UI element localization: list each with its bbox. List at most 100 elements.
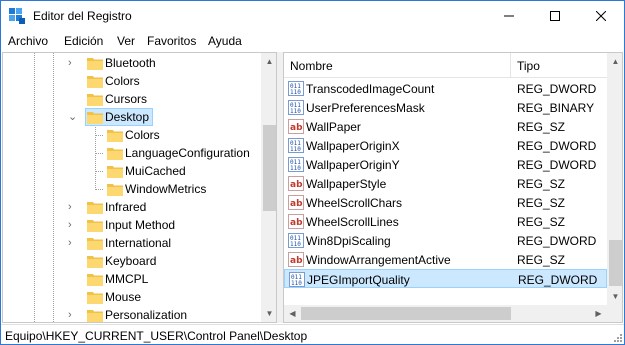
- scroll-down-arrow-icon[interactable]: ▼: [607, 288, 622, 305]
- registry-value-row[interactable]: 011 110 WallpaperOriginY REG_DWORD: [284, 155, 607, 174]
- list-horizontal-scrollbar[interactable]: ◀ ▶: [284, 305, 607, 322]
- value-name: WallpaperOriginX: [306, 139, 400, 153]
- tree-vertical-scrollbar[interactable]: ▲ ▼: [261, 53, 276, 322]
- column-header-name[interactable]: Nombre: [290, 59, 333, 73]
- scroll-right-arrow-icon[interactable]: ▶: [590, 305, 607, 322]
- registry-value-row[interactable]: ab WheelScrollChars REG_SZ: [284, 193, 607, 212]
- tree-item[interactable]: › Personalization: [3, 306, 261, 322]
- tree-item[interactable]: MuiCached: [3, 162, 261, 180]
- binary-value-icon: 011 110: [289, 272, 305, 287]
- folder-icon: [107, 128, 123, 142]
- registry-value-row[interactable]: ab WindowArrangementActive REG_SZ: [284, 250, 607, 269]
- scrollbar-thumb[interactable]: [263, 125, 276, 211]
- chevron-right-icon[interactable]: ›: [68, 57, 78, 69]
- chevron-right-icon[interactable]: ›: [68, 201, 78, 213]
- chevron-down-icon[interactable]: ⌄: [68, 111, 78, 123]
- value-name: WallPaper: [306, 120, 361, 134]
- menu-archivo[interactable]: Archivo: [8, 34, 48, 48]
- tree-item[interactable]: Colors: [3, 72, 261, 90]
- tree-item[interactable]: Cursors: [3, 90, 261, 108]
- tree-item[interactable]: Colors: [3, 126, 261, 144]
- svg-text:ab: ab: [290, 123, 303, 133]
- scrollbar-thumb[interactable]: [609, 240, 622, 286]
- tree-item[interactable]: LanguageConfiguration: [3, 144, 261, 162]
- scroll-left-arrow-icon[interactable]: ◀: [284, 305, 301, 322]
- scroll-up-arrow-icon[interactable]: ▲: [607, 53, 622, 70]
- registry-value-row[interactable]: ab WheelScrollLines REG_SZ: [284, 212, 607, 231]
- tree-item[interactable]: › Infrared: [3, 198, 261, 216]
- tree-item-label: Infrared: [105, 200, 147, 214]
- string-value-icon: ab: [288, 119, 304, 134]
- tree-guide-line: [95, 171, 103, 172]
- value-type: REG_DWORD: [517, 158, 597, 172]
- value-name: Win8DpiScaling: [306, 234, 391, 248]
- minimize-button[interactable]: [486, 1, 532, 31]
- value-name: WheelScrollChars: [306, 196, 403, 210]
- tree-item-label: International: [105, 236, 172, 250]
- list-vertical-scrollbar[interactable]: ▲ ▼: [607, 53, 622, 305]
- svg-text:ab: ab: [290, 180, 303, 190]
- tree-item[interactable]: › Bluetooth: [3, 54, 261, 72]
- close-button[interactable]: [578, 1, 624, 31]
- registry-value-row[interactable]: 011 110 UserPreferencesMask REG_BINARY: [284, 98, 607, 117]
- chevron-right-icon[interactable]: ›: [68, 309, 78, 321]
- folder-icon: [87, 290, 103, 304]
- registry-value-row[interactable]: 011 110 JPEGImportQuality REG_DWORD: [284, 269, 607, 288]
- tree-item[interactable]: ⌄ Desktop: [3, 108, 261, 126]
- tree-item[interactable]: WindowMetrics: [3, 180, 261, 198]
- menu-ver[interactable]: Ver: [117, 34, 135, 48]
- tree-item[interactable]: › Input Method: [3, 216, 261, 234]
- tree-item[interactable]: Keyboard: [3, 252, 261, 270]
- scroll-down-arrow-icon[interactable]: ▼: [261, 305, 276, 322]
- column-header-type[interactable]: Tipo: [517, 59, 540, 73]
- binary-value-icon: 011 110: [288, 100, 304, 115]
- value-name: UserPreferencesMask: [306, 101, 425, 115]
- tree-item[interactable]: Mouse: [3, 288, 261, 306]
- value-type: REG_SZ: [517, 120, 566, 134]
- menu-ayuda[interactable]: Ayuda: [208, 34, 242, 48]
- binary-value-icon: 011 110: [288, 81, 304, 96]
- tree-item-label: Keyboard: [105, 254, 157, 268]
- svg-text:110: 110: [291, 280, 302, 287]
- tree-item[interactable]: › International: [3, 234, 261, 252]
- value-name: WallpaperOriginY: [306, 158, 400, 172]
- values-list-pane[interactable]: Nombre Tipo 011 110 TranscodedImageCount RE…: [283, 52, 623, 323]
- tree-item-label: Cursors: [105, 92, 148, 106]
- resize-grip-icon[interactable]: [612, 332, 622, 342]
- svg-text:110: 110: [290, 89, 301, 96]
- tree-item-label: Mouse: [105, 290, 142, 304]
- value-type: REG_SZ: [517, 253, 566, 267]
- chevron-right-icon[interactable]: ›: [68, 219, 78, 231]
- title-bar[interactable]: Editor del Registro: [1, 1, 624, 31]
- value-type: REG_DWORD: [517, 139, 597, 153]
- binary-value-icon: 011 110: [288, 233, 304, 248]
- value-type: REG_BINARY: [517, 101, 595, 115]
- menu-favoritos[interactable]: Favoritos: [147, 34, 196, 48]
- column-separator[interactable]: [510, 53, 511, 78]
- key-tree-pane[interactable]: › Bluetooth Colors Cursors ⌄ Desktop Colors Lan…: [2, 52, 277, 323]
- folder-icon: [87, 236, 103, 250]
- registry-value-row[interactable]: 011 110 Win8DpiScaling REG_DWORD: [284, 231, 607, 250]
- svg-text:110: 110: [290, 108, 301, 115]
- value-name: WallpaperStyle: [306, 177, 387, 191]
- registry-value-row[interactable]: ab WallpaperStyle REG_SZ: [284, 174, 607, 193]
- tree-item-label: MMCPL: [105, 272, 149, 286]
- value-name: WindowArrangementActive: [306, 253, 451, 267]
- registry-value-row[interactable]: 011 110 TranscodedImageCount REG_DWORD: [284, 79, 607, 98]
- status-bar: Equipo\HKEY_CURRENT_USER\Control Panel\D…: [1, 324, 624, 344]
- tree-item[interactable]: MMCPL: [3, 270, 261, 288]
- scrollbar-thumb[interactable]: [301, 307, 511, 320]
- chevron-right-icon[interactable]: ›: [68, 237, 78, 249]
- registry-value-row[interactable]: ab WallPaper REG_SZ: [284, 117, 607, 136]
- folder-icon: [87, 56, 103, 70]
- registry-value-row[interactable]: 011 110 WallpaperOriginX REG_DWORD: [284, 136, 607, 155]
- folder-icon: [107, 146, 123, 160]
- maximize-button[interactable]: [532, 1, 578, 31]
- tree-item-label: LanguageConfiguration: [125, 146, 250, 160]
- list-header: Nombre Tipo: [284, 53, 607, 78]
- minimize-icon: [504, 15, 514, 17]
- menu-edicion[interactable]: Edición: [64, 34, 103, 48]
- scroll-up-arrow-icon[interactable]: ▲: [261, 53, 276, 70]
- value-type: REG_SZ: [517, 177, 566, 191]
- tree-item-label: Input Method: [105, 218, 176, 232]
